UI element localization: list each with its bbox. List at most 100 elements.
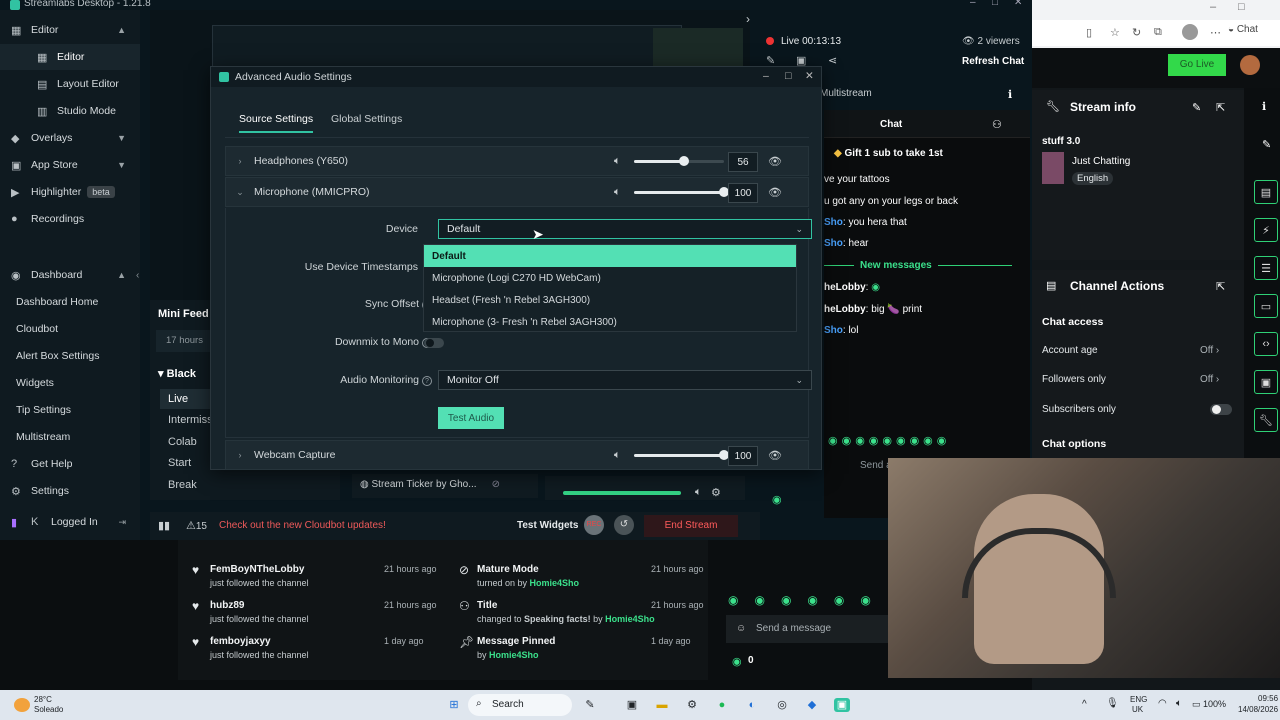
copilot-icon[interactable]: ◒ Chat <box>1228 24 1258 35</box>
go-live-button[interactable]: Go Live <box>1168 54 1226 76</box>
close-icon[interactable]: ✕ <box>1014 0 1022 8</box>
pencil-icon[interactable]: ✎ <box>1262 138 1271 151</box>
maximize-icon[interactable]: □ <box>1238 1 1245 13</box>
avatar[interactable] <box>1240 55 1260 75</box>
rail-button-lightning[interactable]: ⚡︎ <box>1254 218 1278 242</box>
steam-icon[interactable]: ◎ <box>774 698 790 712</box>
monitoring-select[interactable]: Monitor Off ⌄ <box>438 370 812 390</box>
volume-input[interactable]: 100 <box>728 446 758 466</box>
audio-source-row[interactable]: ⌄ Microphone (MMICPRO) 🔈︎ 100 👁︎ <box>225 177 809 207</box>
rec-button[interactable]: REC <box>584 515 604 535</box>
nav-highlighter[interactable]: ▶ Highlighter beta <box>0 179 140 205</box>
scene-item[interactable]: Intermiss <box>168 414 213 426</box>
activity-user[interactable]: Homie4Sho <box>489 650 539 660</box>
device-option[interactable]: Default <box>424 245 796 267</box>
activity-item[interactable]: ♥ hubz89 just followed the channel 21 ho… <box>192 599 440 624</box>
chat-username[interactable]: Sho <box>824 325 843 336</box>
nav-logged-in[interactable]: ▮ K Logged In ⇥ <box>0 509 140 535</box>
windows-start-icon[interactable]: ⊞ <box>446 698 462 712</box>
volume-icon[interactable]: 🔈︎ <box>1176 698 1182 709</box>
info-icon[interactable]: ℹ <box>1262 100 1266 113</box>
gift-banner[interactable]: ◆ Gift 1 sub to take 1st <box>834 148 943 159</box>
nav-editor[interactable]: ▦ Editor ▲ <box>0 17 140 43</box>
followers-only-value[interactable]: Off › <box>1200 374 1219 385</box>
minimize-icon[interactable]: – <box>970 0 976 8</box>
nav-alert-box[interactable]: Alert Box Settings <box>0 343 140 369</box>
edge-icon[interactable]: ◐ <box>744 698 760 712</box>
rail-button-chat[interactable]: ▤ <box>1254 180 1278 204</box>
chat-username[interactable]: heLobby <box>824 282 866 293</box>
subscribers-only-toggle[interactable] <box>1210 404 1232 415</box>
minimize-icon[interactable]: – <box>763 70 769 82</box>
streamlabs-taskbar-icon[interactable]: ▣ <box>834 698 850 712</box>
nav-tip-settings[interactable]: Tip Settings <box>0 397 140 423</box>
close-icon[interactable]: ✕ <box>805 70 814 82</box>
rail-button-code[interactable]: ‹› <box>1254 332 1278 356</box>
eye-icon[interactable]: 👁︎ <box>768 155 782 168</box>
tab-global-settings[interactable]: Global Settings <box>331 113 402 131</box>
nav-editor-sub[interactable]: ▦ Editor <box>0 44 140 70</box>
emoji-icon[interactable]: ☺ <box>736 623 746 634</box>
volume-icon[interactable]: 🔈︎ <box>614 155 621 168</box>
cloudbot-notice[interactable]: Check out the new Cloudbot updates! <box>219 520 386 531</box>
more-icon[interactable]: ⋯ <box>1210 26 1221 39</box>
battery-indicator[interactable]: ▭ 100% <box>1192 699 1226 710</box>
sidebar-icon[interactable]: ▯ <box>1086 26 1092 39</box>
rail-button-store[interactable]: ▣ <box>1254 370 1278 394</box>
volume-icon[interactable]: 🔈︎ <box>695 486 702 499</box>
app-icon[interactable]: ◆ <box>804 698 820 712</box>
minimize-icon[interactable]: – <box>1210 1 1216 13</box>
scene-item[interactable]: Start <box>168 457 191 469</box>
volume-input[interactable]: 56 <box>728 152 758 172</box>
replay-icon[interactable]: ↺ <box>614 515 634 535</box>
taskbar-search[interactable]: ⌕ Search <box>468 694 572 716</box>
volume-slider[interactable] <box>634 450 729 460</box>
extensions-icon[interactable]: ⧉ <box>1154 26 1162 39</box>
activity-item[interactable]: ♥ femboyjaxyy just followed the channel … <box>192 635 440 660</box>
activity-item[interactable]: 📌︎ Message Pinned by Homie4Sho 1 day ago <box>459 635 707 660</box>
popout-icon[interactable]: ⇱ <box>1216 280 1225 293</box>
task-view-icon[interactable]: ▣ <box>624 698 640 712</box>
rail-button-list[interactable]: ☰ <box>1254 256 1278 280</box>
volume-knob[interactable] <box>678 156 689 166</box>
device-option[interactable]: Headset (Fresh 'n Rebel 3AGH300) <box>424 289 796 311</box>
rail-button-tools[interactable]: 🔧︎ <box>1254 408 1278 432</box>
volume-input[interactable]: 100 <box>728 183 758 203</box>
chat-username[interactable]: Sho <box>824 238 843 249</box>
wifi-icon[interactable]: ◠ <box>1158 698 1167 709</box>
chat-username[interactable]: heLobby <box>824 304 866 315</box>
users-icon[interactable]: ⚇ <box>992 118 1002 131</box>
volume-slider[interactable] <box>634 156 724 166</box>
visibility-off-icon[interactable]: ⊘ <box>492 479 500 490</box>
end-stream-button[interactable]: End Stream <box>644 515 738 537</box>
nav-app-store[interactable]: ▣ App Store ▼ <box>0 152 140 178</box>
chevron-right-icon[interactable]: › <box>226 450 254 460</box>
nav-multistream[interactable]: Multistream <box>0 424 140 450</box>
address-bar[interactable]: ▯ ☆ ↻ ⧉ ⋯ ◒ Chat <box>1032 20 1280 46</box>
rail-button-message[interactable]: ▭ <box>1254 294 1278 318</box>
language-indicator[interactable]: ENG <box>1130 695 1147 704</box>
send-message-input[interactable]: Send a message <box>726 615 888 643</box>
nav-widgets[interactable]: Widgets <box>0 370 140 396</box>
source-ticker[interactable]: ◍ Stream Ticker by Gho... ⊘ <box>352 474 538 498</box>
nav-studio-mode[interactable]: ▥ Studio Mode <box>0 98 140 124</box>
chevron-down-icon[interactable]: ⌄ <box>226 187 254 198</box>
volume-icon[interactable]: 🔈︎ <box>614 449 621 462</box>
mic-icon[interactable]: 🎙︎ <box>1106 698 1119 709</box>
gear-icon[interactable]: ⚙ <box>711 486 721 499</box>
clock-time[interactable]: 09:56 <box>1258 694 1278 703</box>
volume-icon[interactable]: 🔈︎ <box>614 186 621 199</box>
emote-bar[interactable]: ◉◉◉◉◉◉◉◉◉ <box>828 434 950 447</box>
collapse-nav-icon[interactable]: ‹ <box>136 270 139 281</box>
activity-item[interactable]: ♥ FemBoyNTheLobby just followed the chan… <box>192 563 440 588</box>
nav-settings[interactable]: ⚙ Settings <box>0 478 140 504</box>
nav-overlays[interactable]: ◆ Overlays ▼ <box>0 125 140 151</box>
scene-header[interactable]: ▾ Black <box>158 367 196 380</box>
activity-user[interactable]: Homie4Sho <box>605 614 655 624</box>
nav-dashboard[interactable]: ◉ Dashboard ▲ <box>0 262 140 288</box>
scene-item[interactable]: Colab <box>168 436 197 448</box>
alert-icon[interactable]: ⚠15 <box>186 519 207 532</box>
scene-item[interactable]: Break <box>168 479 197 491</box>
test-audio-button[interactable]: Test Audio <box>438 407 504 429</box>
nav-dashboard-home[interactable]: Dashboard Home <box>0 289 140 315</box>
